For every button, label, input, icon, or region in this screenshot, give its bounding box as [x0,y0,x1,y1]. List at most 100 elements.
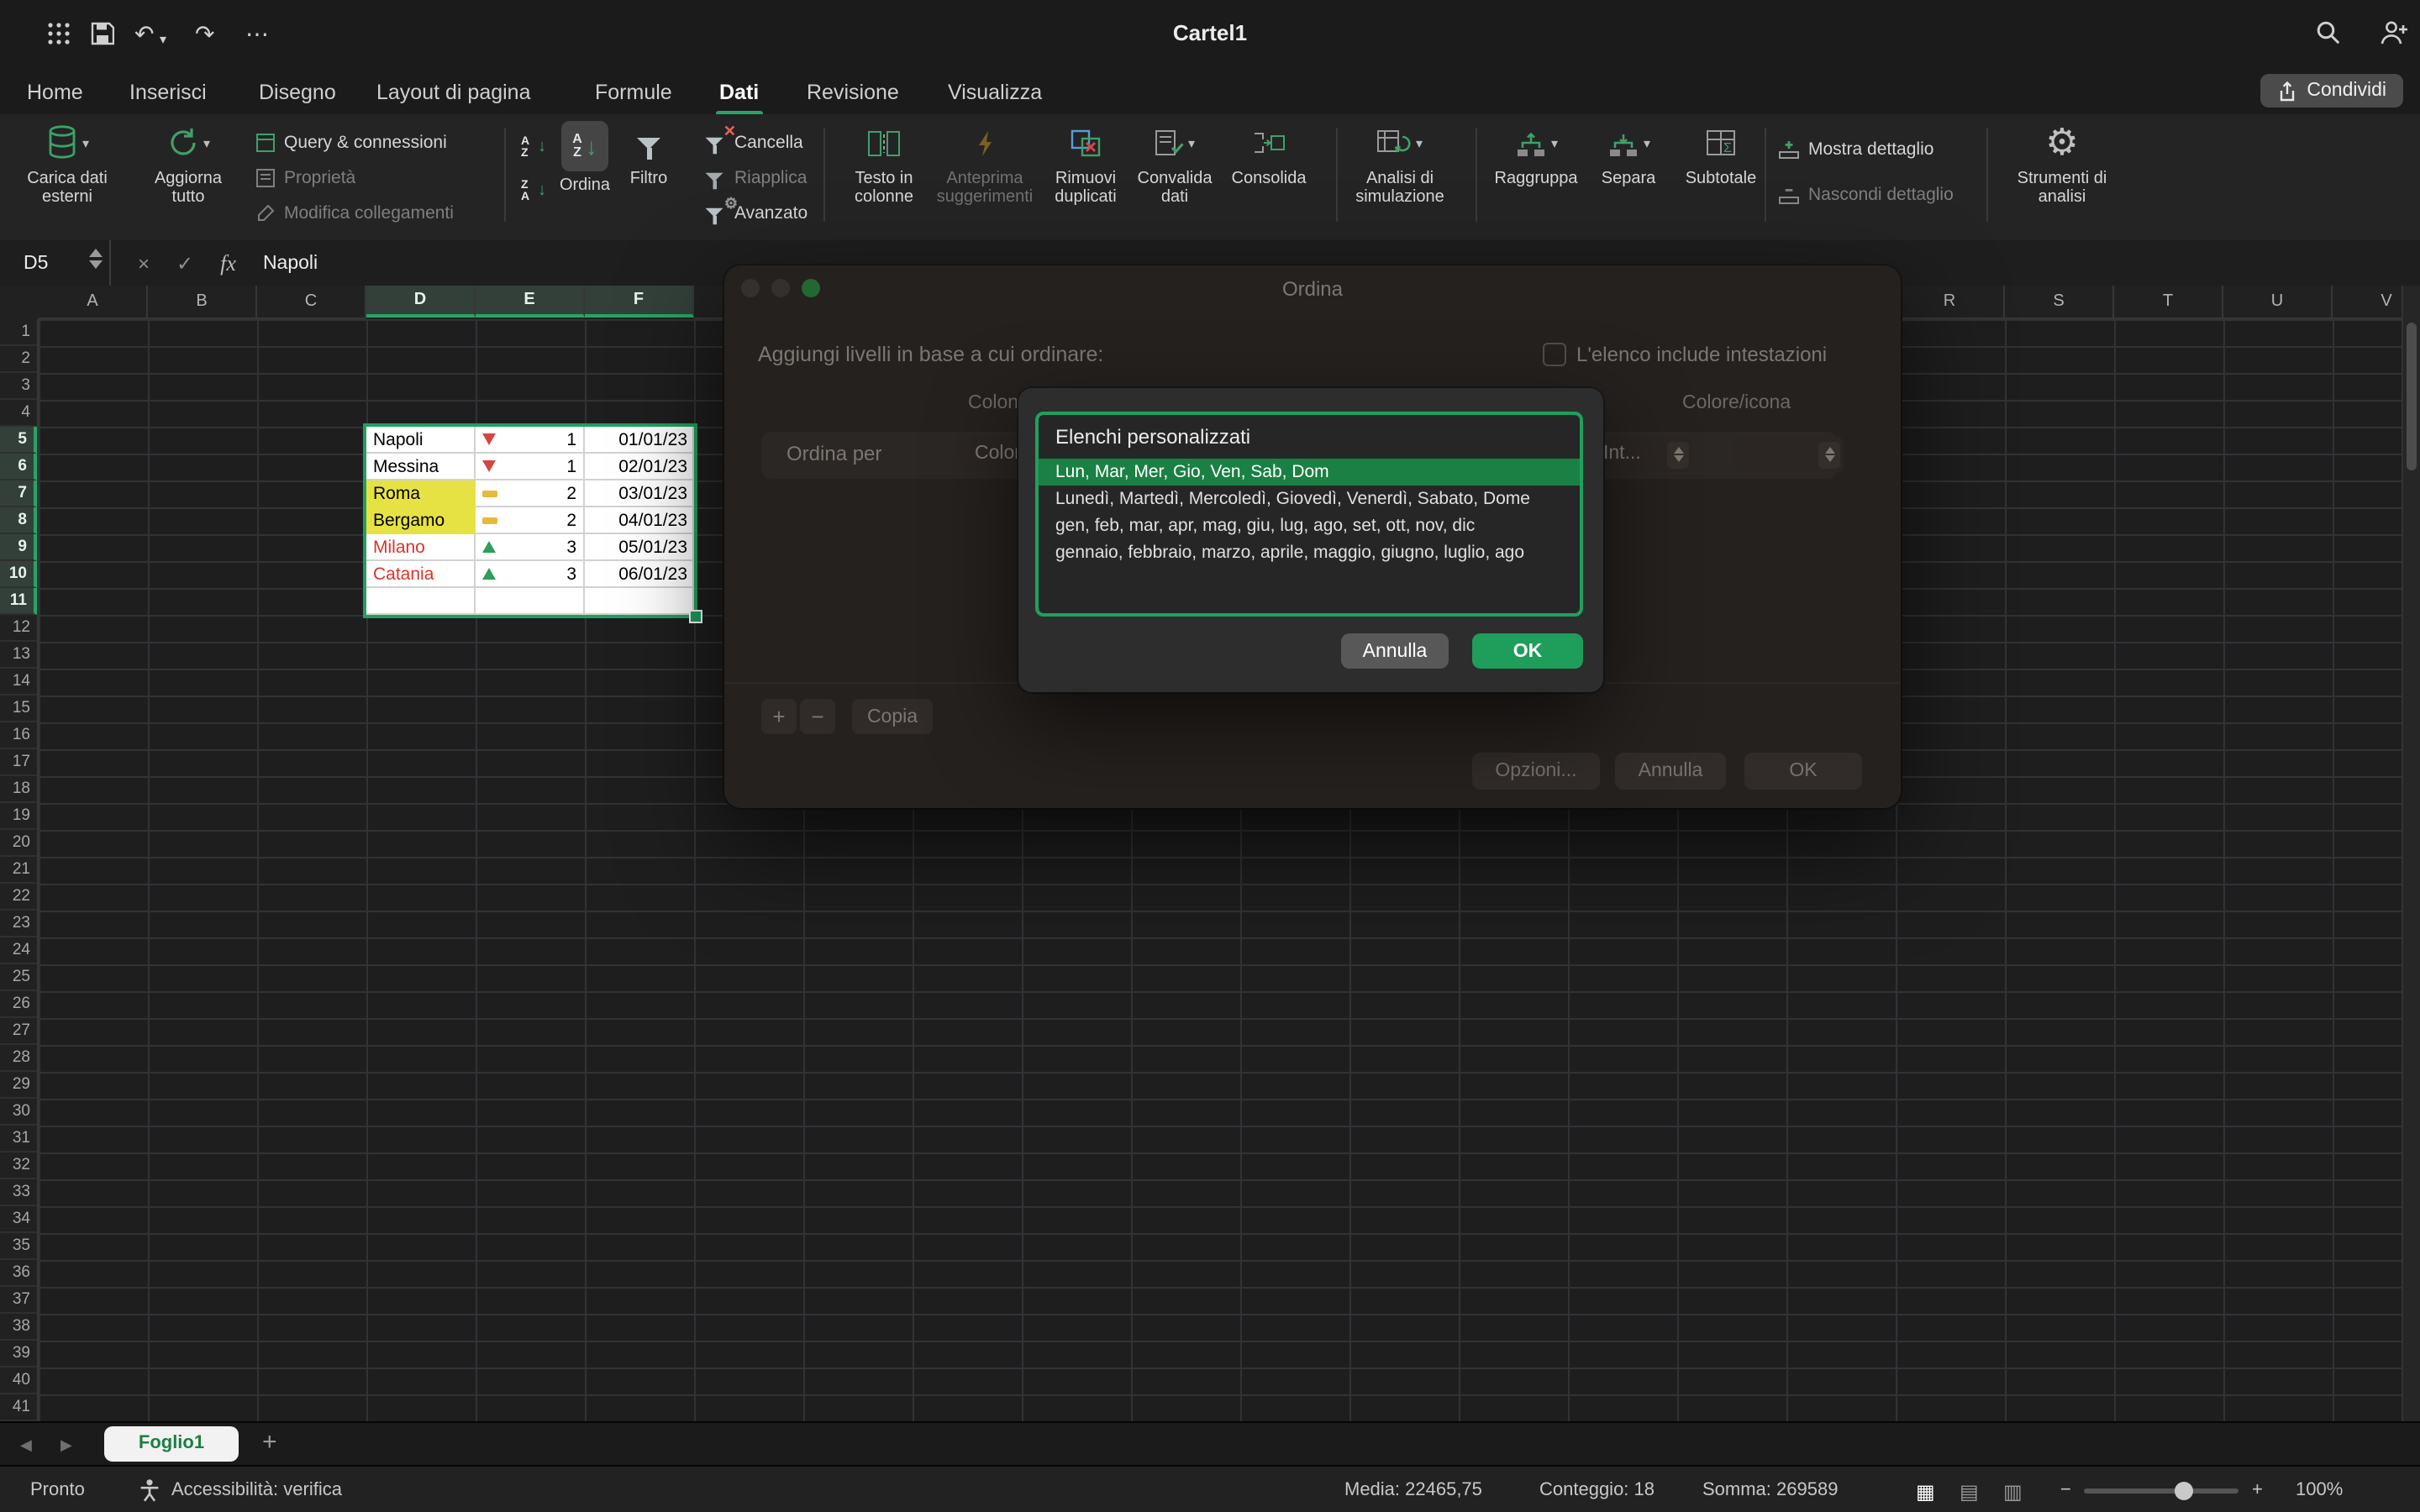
tab-disegno[interactable]: Disegno [255,76,339,109]
row-header-26[interactable]: 26 [0,991,37,1018]
column-header-E[interactable]: E [476,286,585,318]
row-header-33[interactable]: 33 [0,1179,37,1206]
vertical-scrollbar-thumb[interactable] [2407,323,2417,470]
cell-E10[interactable]: 3 [476,561,585,588]
dialog-ok-button[interactable]: OK [1744,753,1862,790]
share-button[interactable]: Condividi [2260,74,2403,108]
row-header-8[interactable]: 8 [0,507,37,534]
row-header-30[interactable]: 30 [0,1099,37,1126]
group-button[interactable]: ▾ Raggruppa [1489,121,1583,232]
tab-dati[interactable]: Dati [716,76,762,109]
row-header-12[interactable]: 12 [0,615,37,642]
column-header-T[interactable]: T [2114,286,2223,319]
column-header-A[interactable]: A [39,286,148,319]
subtotal-button[interactable]: Σ Subtotale [1677,121,1765,232]
row-header-1[interactable]: 1 [0,319,37,346]
row-header-38[interactable]: 38 [0,1314,37,1341]
filter-button[interactable]: Filtro [608,121,689,232]
show-detail-button[interactable]: Mostra dettaglio [1778,136,1933,161]
row-header-7[interactable]: 7 [0,480,37,507]
row-header-22[interactable]: 22 [0,884,37,911]
get-external-data-button[interactable]: ▾ Carica dati esterni [13,121,121,232]
cell-F9[interactable]: 05/01/23 [585,534,694,561]
ungroup-button[interactable]: ▾ Separa [1586,121,1670,232]
row-header-37[interactable]: 37 [0,1287,37,1314]
row-header-34[interactable]: 34 [0,1206,37,1233]
dialog-cancel-button[interactable]: Annulla [1615,753,1726,790]
row-header-9[interactable]: 9 [0,534,37,561]
sheet-tab-foglio1[interactable]: Foglio1 [104,1426,239,1462]
cell-F6[interactable]: 02/01/23 [585,454,694,480]
row-header-4[interactable]: 4 [0,400,37,427]
row-header-23[interactable]: 23 [0,911,37,937]
tab-visualizza[interactable]: Visualizza [944,76,1045,109]
row-header-14[interactable]: 14 [0,669,37,696]
flash-fill-button[interactable]: Anteprima suggerimenti [928,121,1042,232]
selection-handle[interactable] [689,610,702,623]
row-header-10[interactable]: 10 [0,561,37,588]
edit-links-button[interactable]: Modifica collegamenti [255,200,454,225]
advanced-button[interactable]: ⚙ Avanzato [702,200,808,225]
zoom-slider-thumb[interactable] [2175,1482,2193,1500]
row-header-13[interactable]: 13 [0,642,37,669]
row-header-36[interactable]: 36 [0,1260,37,1287]
zoom-slider[interactable] [2084,1488,2238,1494]
tab-revisione[interactable]: Revisione [803,76,902,109]
row-header-20[interactable]: 20 [0,830,37,857]
data-table[interactable]: Napoli101/01/23Messina102/01/23Roma203/0… [366,427,694,615]
row-header-39[interactable]: 39 [0,1341,37,1368]
row-header-21[interactable]: 21 [0,857,37,884]
sheet-cancel-button[interactable]: Annulla [1341,633,1449,669]
row-header-40[interactable]: 40 [0,1368,37,1394]
hide-detail-button[interactable]: Nascondi dettaglio [1778,181,1954,207]
copy-level-button[interactable]: Copia [852,699,933,734]
row-header-28[interactable]: 28 [0,1045,37,1072]
row-header-31[interactable]: 31 [0,1126,37,1152]
custom-list-item-1[interactable]: Lun, Mar, Mer, Gio, Ven, Sab, Dom [1039,459,1580,486]
queries-connections-button[interactable]: Query & connessioni [255,129,447,155]
cell-D7[interactable]: Roma [366,480,476,507]
properties-button[interactable]: Proprietà [255,165,355,190]
cell-D6[interactable]: Messina [366,454,476,480]
column-header-C[interactable]: C [257,286,366,319]
row-header-6[interactable]: 6 [0,454,37,480]
clear-filter-button[interactable]: ✕ Cancella [702,129,803,155]
row-header-15[interactable]: 15 [0,696,37,722]
tab-layout[interactable]: Layout di pagina [373,76,534,109]
search-icon[interactable] [2316,20,2341,45]
cell-F5[interactable]: 01/01/23 [585,427,694,454]
cell-E7[interactable]: 2 [476,480,585,507]
data-validation-button[interactable]: ▾ Convalida dati [1129,121,1220,232]
page-break-view-icon[interactable]: ▥ [2003,1480,2023,1504]
zoom-in-button[interactable]: + [2252,1480,2263,1500]
page-layout-view-icon[interactable]: ▤ [1960,1480,1979,1504]
add-level-button[interactable]: + [761,699,797,734]
cell-F10[interactable]: 06/01/23 [585,561,694,588]
tab-inserisci[interactable]: Inserisci [126,76,210,109]
cancel-entry-icon[interactable]: × [138,251,150,275]
formula-input[interactable]: Napoli [263,253,318,273]
cell-D5[interactable]: Napoli [366,427,476,454]
zoom-out-button[interactable]: − [2060,1480,2071,1500]
what-if-analysis-button[interactable]: ▾ Analisi di simulazione [1346,121,1454,232]
row-header-18[interactable]: 18 [0,776,37,803]
options-button[interactable]: Opzioni... [1472,753,1600,790]
vertical-scrollbar[interactable] [2402,286,2420,1421]
tab-formule[interactable]: Formule [592,76,676,109]
share-user-icon[interactable] [2380,20,2408,45]
sort-color-dropdown[interactable] [1734,437,1844,472]
cell-D8[interactable]: Bergamo [366,507,476,534]
cell-E9[interactable]: 3 [476,534,585,561]
cell-E6[interactable]: 1 [476,454,585,480]
row-header-2[interactable]: 2 [0,346,37,373]
remove-level-button[interactable]: − [800,699,835,734]
row-header-35[interactable]: 35 [0,1233,37,1260]
row-header-16[interactable]: 16 [0,722,37,749]
row-header-17[interactable]: 17 [0,749,37,776]
cell-D9[interactable]: Milano [366,534,476,561]
row-header-25[interactable]: 25 [0,964,37,991]
row-header-24[interactable]: 24 [0,937,37,964]
name-box-stepper[interactable] [89,249,103,269]
row-header-5[interactable]: 5 [0,427,37,454]
column-header-B[interactable]: B [148,286,257,319]
